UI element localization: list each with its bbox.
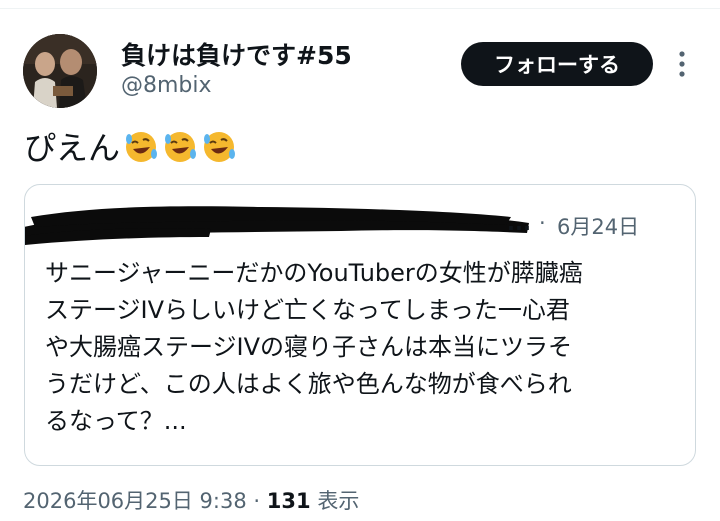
rolling-laughing-emoji-icon: [126, 132, 158, 162]
quoted-text-line: るなって？...: [45, 407, 187, 435]
tweet-timestamp[interactable]: 2026年06月25日 9:38: [23, 489, 247, 513]
quoted-separator: ·: [539, 211, 546, 235]
quoted-text-line: サニージャーニーだかのYouTuberの女性が膵臓癌: [45, 259, 583, 287]
quoted-author-trailing: ...: [507, 211, 531, 235]
quoted-text-line: や大腸癌ステージIVの寝り子さんは本当にツラそ: [45, 333, 573, 361]
meta-separator: ·: [253, 489, 261, 513]
view-label: 表示: [317, 489, 360, 513]
avatar-photo: [23, 34, 97, 108]
quoted-date[interactable]: 6月24日: [557, 211, 639, 241]
quoted-text-line: ステージIVらしいけど亡くなってしまった一心君: [45, 296, 570, 324]
top-divider: [0, 8, 720, 9]
tweet-text-body: ぴえん: [24, 129, 121, 167]
quoted-tweet-header: ... · 6月24日: [25, 206, 695, 247]
rolling-laughing-emoji-icon: [204, 132, 236, 162]
more-options-icon[interactable]: [671, 47, 693, 81]
redaction-scribble: [25, 206, 529, 246]
tweet-metadata: 2026年06月25日 9:38 · 131 表示: [23, 485, 359, 515]
quoted-text-line: うだけど、この人はよく旅や色んな物が食べられ: [45, 370, 572, 398]
view-count: 131: [266, 489, 311, 513]
follow-button[interactable]: フォローする: [461, 42, 653, 86]
quoted-tweet-text: サニージャーニーだかのYouTuberの女性が膵臓癌 ステージIVらしいけど亡く…: [45, 255, 685, 440]
tweet-text: ぴえん: [24, 126, 237, 170]
quoted-tweet-card[interactable]: ... · 6月24日 サニージャーニーだかのYouTuberの女性が膵臓癌 ス…: [24, 184, 696, 466]
rolling-laughing-emoji-icon: [165, 132, 197, 162]
display-name[interactable]: 負けは負けです#55: [121, 36, 352, 72]
user-handle[interactable]: @8mbix: [121, 73, 212, 98]
avatar[interactable]: [23, 34, 97, 108]
